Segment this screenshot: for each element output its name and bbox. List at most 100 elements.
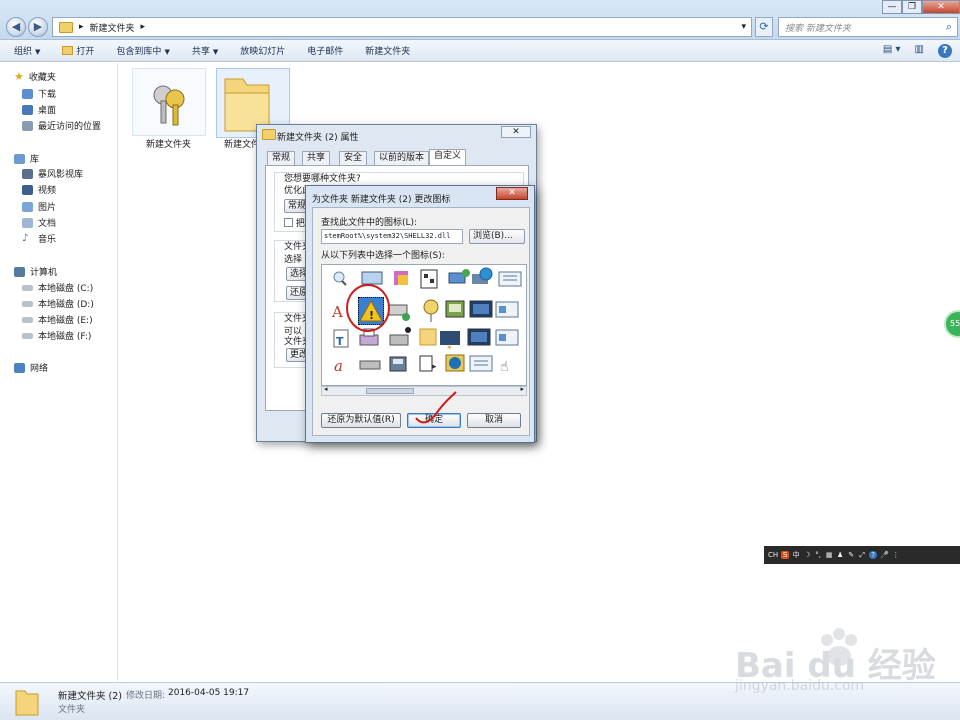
file-tile-keys[interactable] [132, 68, 206, 136]
expand-icon[interactable]: ⤢ [858, 551, 866, 560]
sidebar-item-documents[interactable]: 文档 [22, 216, 56, 229]
view-options-icon[interactable]: ▤ ▾ [883, 44, 901, 58]
dialog-body: 查找此文件中的图标(L): stemRoot%\system32\SHELL32… [312, 207, 530, 436]
tab-general[interactable]: 常规 [267, 151, 296, 165]
toolbar-new-folder[interactable]: 新建文件夹 [365, 44, 410, 57]
open-icon [62, 46, 74, 55]
ok-button[interactable]: 确定 [407, 413, 461, 428]
sidebar-item-videos[interactable]: 视频 [22, 183, 56, 196]
back-button[interactable]: ◀ [6, 17, 26, 37]
search-icon[interactable]: ⌕ [946, 20, 952, 34]
monitor-icon [469, 300, 493, 318]
wrench-icon[interactable]: ✎ [847, 551, 855, 559]
tab-security[interactable]: 安全 [339, 151, 368, 165]
font-icon: A [331, 303, 343, 321]
sidebar-item-desktop[interactable]: 桌面 [22, 103, 56, 116]
list-window-icon [469, 355, 493, 372]
search-input[interactable]: 搜索 新建文件夹 ⌕ [778, 17, 958, 37]
sidebar-computer[interactable]: 计算机 [14, 265, 57, 278]
svg-text:✶: ✶ [446, 343, 453, 352]
ime-toolbar: CH S 中 ☽ °, ▦ ♟ ✎ ⤢ ? 🎤 ⋮ [764, 546, 960, 564]
sidebar-network[interactable]: 网络 [14, 361, 48, 374]
sidebar-item-drive-c[interactable]: 本地磁盘 (C:) [22, 281, 93, 294]
close-button[interactable]: ✕ [496, 187, 528, 200]
sidebar-item-music[interactable]: ♪ 音乐 [22, 232, 56, 245]
floating-badge[interactable]: 55 [944, 310, 960, 338]
toolbar-open[interactable]: 打开 [62, 44, 94, 57]
globe-computer-icon [472, 267, 493, 284]
user-icon[interactable]: ♟ [836, 551, 844, 559]
moon-icon[interactable]: ☽ [803, 551, 811, 559]
ime-lang[interactable]: CH [768, 551, 778, 559]
close-button[interactable]: ✕ [501, 126, 531, 138]
chevron-down-icon[interactable]: ▾ [741, 22, 746, 32]
maximize-button[interactable]: ❐ [902, 0, 922, 14]
toolbar-share[interactable]: 共享 ▼ [192, 44, 218, 57]
baidu-jingyan-watermark: Bai du 经验 jingyan.baidu.com [735, 618, 936, 708]
preview-pane-icon[interactable]: ▥ [915, 44, 924, 58]
help-icon[interactable]: ? [938, 44, 952, 58]
sogou-icon[interactable]: S [781, 551, 790, 559]
keys-icon [153, 85, 185, 126]
forward-button[interactable]: ▶ [28, 17, 48, 37]
drive-icon [359, 360, 381, 370]
minimize-button[interactable]: — [882, 0, 902, 14]
sidebar-item-recent[interactable]: 最近访问的位置 [22, 119, 101, 132]
close-button[interactable]: ✕ [922, 0, 960, 14]
microphone-icon[interactable]: 🎤 [880, 551, 889, 559]
icon-list[interactable]: A ! T ✶ a ▸ ☝ [321, 264, 527, 386]
network-computer-icon [448, 269, 470, 284]
icon-grid-graphics: A ! T ✶ a ▸ ☝ [331, 267, 522, 375]
tab-sharing[interactable]: 共享 [302, 151, 331, 165]
tab-previous-versions[interactable]: 以前的版本 [374, 151, 430, 165]
browse-button[interactable]: 浏览(B)... [469, 229, 525, 244]
scrollbar-thumb[interactable] [366, 388, 414, 394]
magnifier-icon [333, 271, 347, 286]
recent-places-icon [22, 120, 33, 131]
cancel-button[interactable]: 取消 [467, 413, 521, 428]
toolbar-email[interactable]: 电子邮件 [307, 44, 343, 57]
punctuation-icon[interactable]: °, [814, 551, 822, 559]
icon-list-scrollbar[interactable]: ◂ ▸ [321, 385, 527, 396]
toolbar-include-library[interactable]: 包含到库中 ▼ [116, 44, 169, 57]
restore-default-button[interactable]: 还原为默认值(R) [321, 413, 401, 428]
globe-icon [445, 354, 465, 372]
icon-file-path-input[interactable]: stemRoot%\system32\SHELL32.dll [321, 229, 463, 244]
sidebar-item-baofeng[interactable]: 暴风影视库 [22, 167, 83, 180]
find-icon-label: 查找此文件中的图标(L): [321, 218, 418, 228]
icon-list-label: 从以下列表中选择一个图标(S): [321, 251, 445, 261]
toolbar-organize[interactable]: 组织 ▼ [14, 44, 40, 57]
refresh-button[interactable]: ⟳ [755, 17, 773, 37]
sidebar-libraries[interactable]: 库 [14, 152, 39, 165]
svg-text:!: ! [369, 309, 374, 322]
ime-mode[interactable]: 中 [792, 550, 800, 560]
more-icon[interactable]: ⋮ [892, 551, 900, 559]
sidebar-item-downloads[interactable]: 下载 [22, 87, 56, 100]
sidebar-item-drive-e[interactable]: 本地磁盘 (E:) [22, 313, 93, 326]
address-bar[interactable]: ▸ 新建文件夹 ▸ ▾ [52, 17, 752, 37]
sidebar-item-drive-d[interactable]: 本地磁盘 (D:) [22, 297, 94, 310]
search-placeholder: 搜索 新建文件夹 [785, 23, 851, 34]
chevron-right-icon[interactable]: ▸ [141, 22, 146, 32]
scroll-right-icon[interactable]: ▸ [520, 385, 524, 393]
sidebar-favorites[interactable]: ★ 收藏夹 [14, 70, 56, 83]
svg-text:☝: ☝ [500, 359, 509, 375]
printer-check-icon [389, 327, 411, 346]
sidebar-item-pictures[interactable]: 图片 [22, 200, 56, 213]
modified-label: 修改日期: [126, 691, 166, 701]
picture-icon [445, 300, 465, 318]
apply-subfolders-checkbox[interactable]: 把 [284, 216, 305, 229]
address-path[interactable]: 新建文件夹 [90, 21, 135, 34]
keyboard-icon[interactable]: ▦ [825, 551, 833, 559]
help-icon[interactable]: ? [869, 551, 878, 559]
sidebar-item-drive-f[interactable]: 本地磁盘 (F:) [22, 329, 91, 342]
toolbar-slideshow[interactable]: 放映幻灯片 [240, 44, 285, 57]
scroll-left-icon[interactable]: ◂ [324, 385, 328, 393]
tree-icon [420, 269, 438, 289]
group-text: 选择 [284, 255, 303, 265]
navigation-pane: ★ 收藏夹 下载 桌面 最近访问的位置 库 暴风影视库 视频 图片 文档 ♪ 音… [0, 63, 118, 681]
folder-icon [15, 690, 39, 716]
printer-check-icon [388, 304, 410, 321]
tab-customize[interactable]: 自定义 [429, 149, 467, 166]
change-icon-dialog: 为文件夹 新建文件夹 (2) 更改图标 ✕ 查找此文件中的图标(L): stem… [305, 185, 535, 443]
